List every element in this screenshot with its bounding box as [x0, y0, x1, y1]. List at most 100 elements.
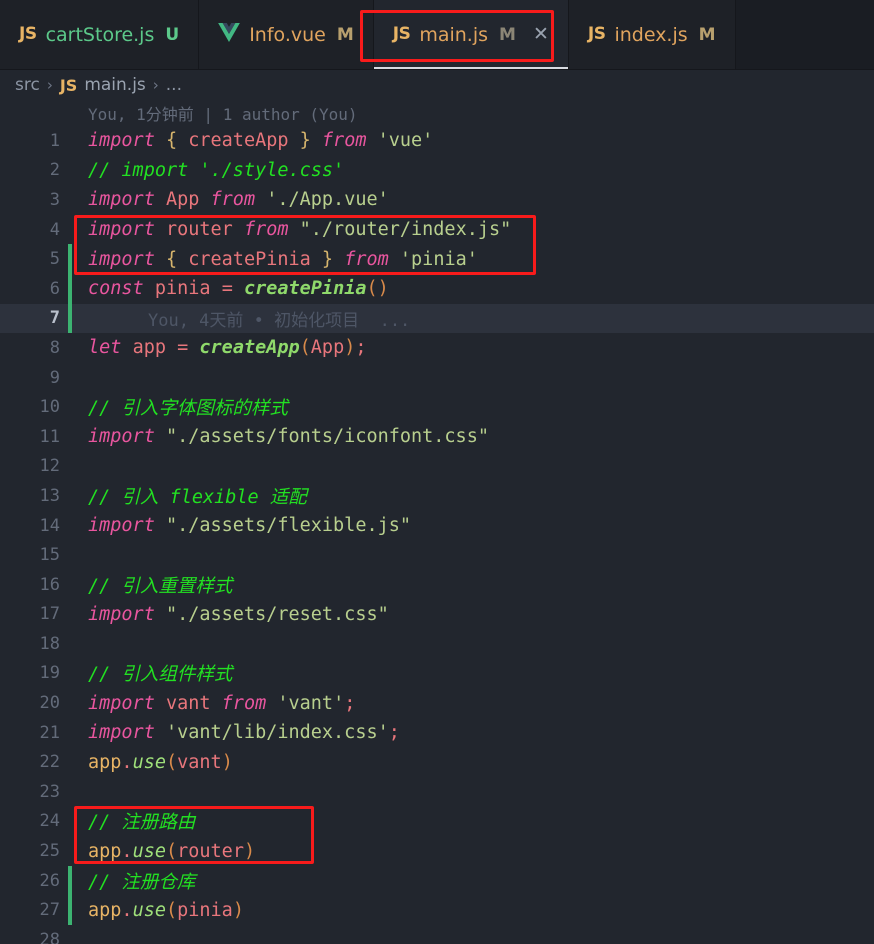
code-line[interactable]: 14 import "./assets/flexible.js" [0, 511, 874, 541]
breadcrumb-more[interactable]: ... [166, 75, 182, 95]
code-token: router [177, 840, 244, 862]
code-token: ; [355, 337, 367, 359]
code-token: // 引入组件样式 [88, 664, 233, 686]
line-number: 3 [49, 189, 60, 210]
git-gutter-blank [68, 925, 72, 944]
code-token: from [210, 189, 256, 211]
code-line[interactable]: 1 import { createApp } from 'vue' [0, 126, 874, 156]
code-line-content[interactable]: // 引入组件样式 [72, 660, 874, 686]
code-token: App [310, 337, 345, 359]
code-line[interactable]: 22 app.use(vant) [0, 747, 874, 777]
code-line[interactable]: 11 import "./assets/fonts/iconfont.css" [0, 422, 874, 452]
code-line-content[interactable]: app.use(router) [72, 841, 874, 862]
code-line[interactable]: 6 const pinia = createPinia() [0, 273, 874, 304]
code-token: 'vant/lib/index.css' [165, 722, 389, 744]
close-icon[interactable]: ✕ [533, 25, 549, 44]
code-token: import [88, 426, 155, 448]
git-gutter-blank [68, 629, 72, 659]
editor-tab-label: main.js [419, 23, 489, 46]
code-token: 'pinia' [399, 248, 478, 270]
code-line-content[interactable]: // 引入重置样式 [72, 572, 874, 598]
line-number: 18 [39, 633, 60, 654]
code-line-content[interactable]: import vant from 'vant'; [72, 693, 874, 714]
js-file-icon: JS [392, 24, 411, 44]
git-blame-header: You, 1分钟前 | 1 author (You) [88, 105, 358, 124]
code-token: const [88, 278, 144, 300]
code-line[interactable]: 16 // 引入重置样式 [0, 570, 874, 600]
code-line[interactable]: 8 let app = createApp(App); [0, 333, 874, 363]
code-lines[interactable]: 1 import { createApp } from 'vue' 2 // impo… [0, 126, 874, 944]
code-line-content[interactable]: import router from "./router/index.js" [72, 219, 874, 240]
editor-tab-main-js[interactable]: JS main.js M ✕ [373, 0, 569, 69]
editor-tab-Info-vue[interactable]: Info.vue M [199, 0, 374, 69]
code-line-content[interactable]: // 注册路由 [72, 808, 874, 834]
code-token: pinia [177, 899, 233, 921]
code-line-content[interactable]: const pinia = createPinia() [72, 278, 874, 299]
code-token: "./assets/flexible.js" [165, 515, 412, 537]
code-token: import [88, 603, 155, 625]
code-line-content[interactable]: // import './style.css' [72, 160, 874, 181]
code-token: "./assets/fonts/iconfont.css" [165, 426, 489, 448]
code-line[interactable]: 2 // import './style.css' [0, 156, 874, 186]
code-token: let [88, 337, 122, 359]
code-line[interactable]: 21 import 'vant/lib/index.css'; [0, 718, 874, 748]
code-line[interactable]: 15 [0, 540, 874, 570]
code-line-content[interactable]: import { createPinia } from 'pinia' [72, 249, 874, 270]
code-line[interactable]: 4 import router from "./router/index.js" [0, 215, 874, 245]
code-token: { [165, 248, 178, 270]
code-line[interactable]: 5 import { createPinia } from 'pinia' [0, 244, 874, 274]
code-line-content[interactable]: import App from './App.vue' [72, 189, 874, 210]
breadcrumb-root[interactable]: src [15, 75, 40, 95]
code-line-content[interactable]: // 引入 flexible 适配 [72, 483, 874, 509]
editor-tab-cartStore-js[interactable]: JS cartStore.js U [0, 0, 200, 69]
code-editor[interactable]: You, 1分钟前 | 1 author (You) 1 import { cre… [0, 100, 874, 944]
line-number: 25 [39, 841, 60, 862]
code-line[interactable]: 24 // 注册路由 [0, 807, 874, 837]
code-token: // 注册仓库 [88, 871, 196, 893]
code-token: vant [165, 692, 211, 714]
code-line[interactable]: 17 import "./assets/reset.css" [0, 600, 874, 630]
code-line[interactable]: 12 [0, 452, 874, 482]
code-line[interactable]: 3 import App from './App.vue' [0, 185, 874, 215]
code-line[interactable]: 9 [0, 363, 874, 393]
code-line-content[interactable]: // 注册仓库 [72, 868, 874, 894]
editor-tab-index-js[interactable]: JS index.js M [568, 0, 736, 69]
code-line[interactable]: 26 // 注册仓库 [0, 865, 874, 896]
editor-tab-git-status: U [165, 24, 180, 45]
code-line-content[interactable]: import "./assets/fonts/iconfont.css" [72, 426, 874, 447]
code-line-content[interactable]: import 'vant/lib/index.css'; [72, 722, 874, 743]
code-line[interactable]: 7 You, 4天前 • 初始化项目 ... [0, 303, 874, 334]
code-token: ( [165, 751, 178, 773]
breadcrumb-file[interactable]: main.js [84, 75, 145, 95]
code-line[interactable]: 23 [0, 777, 874, 807]
code-token: // 注册路由 [88, 812, 196, 834]
breadcrumb[interactable]: src › JS main.js › ... [0, 70, 874, 100]
code-line[interactable]: 18 [0, 629, 874, 659]
code-line-content[interactable]: let app = createApp(App); [72, 337, 874, 358]
code-line[interactable]: 20 import vant from 'vant'; [0, 688, 874, 718]
code-line-content[interactable]: app.use(pinia) [72, 900, 874, 921]
code-line[interactable]: 28 [0, 925, 874, 944]
editor-tab-label: Info.vue [249, 23, 326, 46]
code-line[interactable]: 13 // 引入 flexible 适配 [0, 481, 874, 511]
code-token: ) [243, 840, 256, 862]
line-number: 12 [39, 456, 60, 477]
code-line-content[interactable]: app.use(vant) [72, 752, 874, 773]
code-line-content[interactable]: import "./assets/flexible.js" [72, 515, 874, 536]
code-line[interactable]: 19 // 引入组件样式 [0, 659, 874, 689]
vue-file-icon [218, 23, 241, 46]
code-line-content[interactable]: You, 4天前 • 初始化项目 ... [72, 306, 874, 331]
code-line-content[interactable]: import { createApp } from 'vue' [72, 130, 874, 151]
code-line-content[interactable]: // 引入字体图标的样式 [72, 394, 874, 420]
code-line[interactable]: 27 app.use(pinia) [0, 895, 874, 926]
code-line[interactable]: 25 app.use(router) [0, 836, 874, 866]
line-number: 21 [39, 722, 60, 743]
code-line-content[interactable]: import "./assets/reset.css" [72, 604, 874, 625]
code-line[interactable]: 10 // 引入字体图标的样式 [0, 392, 874, 422]
editor-tab-git-status: M [336, 24, 354, 45]
js-file-icon: JS [19, 24, 37, 44]
